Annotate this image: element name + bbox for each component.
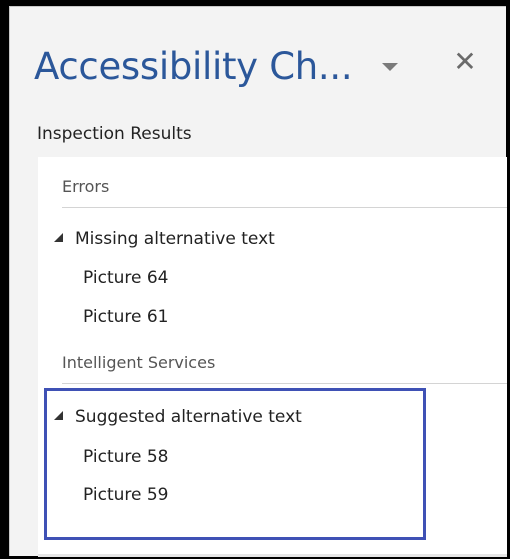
collapse-triangle-icon[interactable] — [54, 411, 63, 420]
list-item[interactable]: Picture 58 — [83, 447, 169, 467]
collapse-triangle-icon[interactable] — [54, 233, 63, 242]
list-item[interactable]: Picture 59 — [83, 485, 169, 505]
list-item[interactable]: Picture 61 — [83, 307, 169, 327]
pane-bottom-edge — [38, 554, 507, 557]
group-missing-alt-text[interactable]: Missing alternative text — [54, 229, 275, 253]
group-label: Missing alternative text — [75, 229, 275, 249]
results-list: Errors Missing alternative text Picture … — [38, 157, 507, 557]
group-label: Suggested alternative text — [75, 407, 302, 427]
section-header-errors: Errors — [62, 177, 110, 196]
close-icon[interactable]: ✕ — [450, 47, 480, 77]
triangle-down-icon[interactable] — [382, 63, 398, 71]
group-suggested-alt-text[interactable]: Suggested alternative text — [54, 407, 302, 431]
inspection-results-heading: Inspection Results — [37, 124, 192, 144]
section-divider — [62, 383, 507, 384]
section-divider — [62, 207, 507, 208]
accessibility-checker-pane: Accessibility Ch... ✕ Inspection Results… — [9, 6, 507, 557]
list-item[interactable]: Picture 64 — [83, 268, 169, 288]
section-header-intelligent-services: Intelligent Services — [62, 353, 216, 372]
pane-title: Accessibility Ch... — [34, 45, 353, 88]
